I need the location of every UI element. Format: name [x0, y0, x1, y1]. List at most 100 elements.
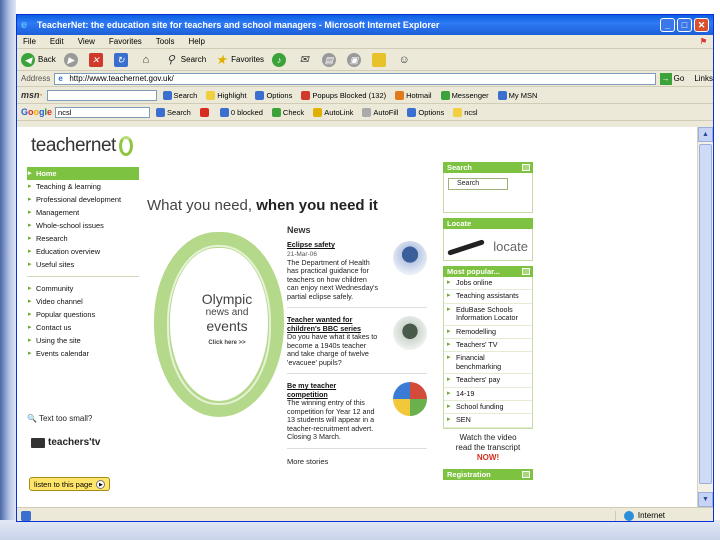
go-button[interactable]: → Go — [659, 72, 684, 85]
popular-item[interactable]: Remodelling — [444, 326, 532, 340]
nav-professional-development[interactable]: Professional development — [27, 193, 139, 206]
google-options-button[interactable]: Options — [407, 107, 444, 117]
messenger-toolbar-button[interactable]: ☺ — [397, 53, 414, 67]
stop-icon: ✕ — [88, 52, 103, 67]
popular-panel-title: Most popular... — [447, 267, 500, 276]
close-button[interactable]: ✕ — [694, 18, 709, 32]
google-logo: Google — [21, 107, 53, 117]
olympic-feature[interactable]: Olympic news and events Click here >> — [187, 291, 267, 346]
autofill-button[interactable]: AutoFill — [362, 107, 398, 117]
messenger-button[interactable]: Messenger — [440, 90, 489, 100]
menu-tools[interactable]: Tools — [156, 37, 175, 46]
edit-button[interactable]: ▣ — [347, 52, 364, 67]
nav-events-calendar[interactable]: Events calendar — [27, 347, 139, 360]
listen-button[interactable]: listen to this page ▶ — [29, 477, 111, 491]
nav-management[interactable]: Management — [27, 206, 139, 219]
notes-icon — [372, 52, 387, 67]
highlight-term-button[interactable]: ncsl — [453, 107, 478, 117]
forward-button[interactable]: ▶ — [63, 52, 81, 67]
msn-highlight-button[interactable]: Highlight — [206, 90, 246, 100]
story-title[interactable]: Teacher wanted for children's BBC series — [287, 315, 375, 333]
nav-home[interactable]: Home — [27, 167, 139, 180]
nav-research[interactable]: Research — [27, 232, 139, 245]
scroll-down-button[interactable]: ▼ — [698, 492, 713, 507]
story-title[interactable]: Eclipse safety — [287, 240, 375, 250]
listen-label: listen to this page — [34, 479, 93, 489]
teachernet-logo[interactable]: teachernet — [31, 135, 133, 157]
google-news-button[interactable] — [199, 107, 211, 117]
watch-video-promo[interactable]: Watch the video read the transcript NOW! — [443, 433, 533, 463]
menu-edit[interactable]: Edit — [50, 37, 64, 46]
minimize-button[interactable]: _ — [660, 18, 675, 32]
refresh-button[interactable]: ↻ — [113, 52, 131, 67]
vertical-scrollbar[interactable]: ▲ ▼ — [697, 127, 713, 507]
stop-button[interactable]: ✕ — [88, 52, 106, 67]
print-button[interactable]: ▤ — [322, 52, 339, 67]
collapse-icon[interactable] — [522, 470, 530, 478]
nav-popular-questions[interactable]: Popular questions — [27, 308, 139, 321]
collapse-icon[interactable] — [522, 164, 530, 171]
feature-click-here[interactable]: Click here >> — [187, 340, 267, 346]
search-toolbar-button[interactable]: ⚲ Search — [164, 53, 206, 67]
popular-item[interactable]: SEN — [444, 414, 532, 428]
popular-item[interactable]: Teachers' TV — [444, 339, 532, 353]
menu-favorites[interactable]: Favorites — [109, 37, 142, 46]
menu-file[interactable]: File — [23, 37, 36, 46]
nav-useful-sites[interactable]: Useful sites — [27, 258, 139, 271]
text-too-small-link[interactable]: Text too small? — [27, 414, 92, 423]
google-search-input[interactable]: ncsl — [55, 106, 151, 118]
media-button[interactable]: ♪ — [272, 52, 289, 67]
msn-search-button[interactable]: Search — [162, 90, 197, 100]
home-icon: ⌂ — [142, 53, 150, 66]
nav-teaching-learning[interactable]: Teaching & learning — [27, 180, 139, 193]
nav-video-channel[interactable]: Video channel — [27, 295, 139, 308]
nav-contact-us[interactable]: Contact us — [27, 321, 139, 334]
popup-blocked-button[interactable]: 0 blocked — [219, 107, 263, 117]
autolink-button[interactable]: AutoLink — [313, 107, 353, 117]
collapse-icon[interactable] — [522, 268, 530, 275]
slide-bottom-decoration — [0, 520, 720, 540]
popups-blocked-button[interactable]: Popups Blocked (132) — [301, 90, 386, 100]
nav-whole-school-issues[interactable]: Whole-school issues — [27, 219, 139, 232]
popular-item[interactable]: Financial benchmarking — [444, 352, 532, 375]
home-button[interactable]: ⌂ — [139, 53, 156, 67]
scroll-up-button[interactable]: ▲ — [698, 127, 713, 142]
notes-button[interactable] — [372, 52, 389, 67]
locate-brand: locate — [493, 239, 528, 254]
story-title[interactable]: Be my teacher competition — [287, 381, 375, 399]
popular-item[interactable]: School funding — [444, 401, 532, 415]
favorites-button[interactable]: ★ Favorites — [214, 52, 264, 67]
address-input[interactable]: http://www.teachernet.gov.uk/ — [54, 72, 656, 85]
nav-community[interactable]: Community — [27, 282, 139, 295]
refresh-icon: ↻ — [113, 52, 128, 67]
nav-education-overview[interactable]: Education overview — [27, 245, 139, 258]
back-button[interactable]: ◀ Back — [21, 52, 56, 67]
msn-options-button[interactable]: Options — [255, 90, 292, 100]
menu-help[interactable]: Help — [188, 37, 204, 46]
teachers-tv-link[interactable]: teachers'tv — [31, 437, 100, 448]
links-label[interactable]: Links — [694, 74, 713, 83]
scroll-thumb[interactable] — [699, 144, 712, 484]
more-stories-link[interactable]: More stories — [287, 457, 427, 466]
locate-panel[interactable]: locate — [443, 229, 533, 261]
hotmail-button[interactable]: Hotmail — [395, 90, 432, 100]
my-msn-button[interactable]: My MSN — [497, 90, 537, 100]
maximize-button[interactable]: □ — [677, 18, 692, 32]
site-search-button[interactable]: Search — [448, 178, 508, 190]
spell-check-button[interactable]: Check — [271, 107, 304, 117]
popular-item[interactable]: Teaching assistants — [444, 290, 532, 304]
title-bar[interactable]: e TeacherNet: the education site for tea… — [17, 15, 713, 35]
google-search-button[interactable]: Search — [156, 107, 191, 117]
mail-button[interactable]: ✉ — [297, 53, 314, 67]
nav-using-the-site[interactable]: Using the site — [27, 334, 139, 347]
popular-item[interactable]: Teachers' pay — [444, 374, 532, 388]
popular-list: Jobs online Teaching assistants EduBase … — [443, 277, 533, 429]
news-story: Teacher wanted for children's BBC series… — [287, 315, 427, 374]
popular-item[interactable]: 14-19 — [444, 388, 532, 402]
popular-item[interactable]: Jobs online — [444, 277, 532, 291]
msn-search-input[interactable] — [46, 89, 157, 101]
menu-view[interactable]: View — [78, 37, 95, 46]
globe-icon — [623, 510, 634, 521]
popular-item[interactable]: EduBase Schools Information Locator — [444, 304, 532, 326]
highlight-icon — [206, 90, 216, 100]
